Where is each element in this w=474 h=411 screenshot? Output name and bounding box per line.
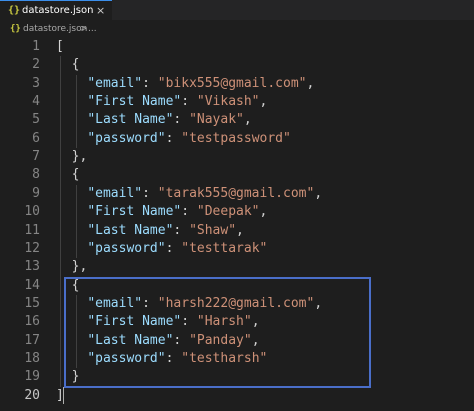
line-number: 10 — [24, 204, 40, 220]
line-number: 18 — [24, 350, 40, 366]
code-line[interactable]: "Last Name": "Shaw", — [56, 222, 244, 240]
tab-datastore-json[interactable]: {} datastore.json × — [0, 0, 112, 20]
close-icon[interactable]: × — [96, 4, 105, 18]
tab-bar: {} datastore.json × — [0, 0, 474, 20]
line-number: 14 — [24, 277, 40, 293]
line-number: 5 — [32, 112, 40, 128]
line-number: 1 — [32, 39, 40, 54]
line-number: 2 — [32, 57, 40, 73]
line-number: 8 — [32, 167, 40, 183]
indent-guide — [75, 74, 77, 149]
code-line[interactable]: [ — [56, 38, 64, 56]
indent-guide — [59, 56, 61, 387]
line-number: 17 — [24, 332, 40, 348]
code-line[interactable]: "password": "testpassword" — [56, 130, 291, 148]
vscode-window: {} datastore.json × {} datastore.json > … — [0, 0, 474, 411]
line-number: 13 — [24, 259, 40, 275]
line-number: 20 — [24, 387, 40, 403]
tab-label: datastore.json — [22, 5, 94, 16]
text-cursor — [62, 386, 64, 404]
code-line[interactable]: "First Name": "Deepak", — [56, 203, 267, 221]
line-number: 12 — [24, 240, 40, 256]
breadcrumb: {} datastore.json > ... — [0, 20, 474, 38]
highlight-box — [64, 277, 371, 388]
line-number: 9 — [32, 185, 40, 201]
code-line[interactable]: "First Name": "Vikash", — [56, 93, 267, 111]
code-line[interactable]: "password": "testtarak" — [56, 240, 267, 258]
json-braces-icon: {} — [10, 24, 21, 34]
line-number-gutter: 1 2 3 4 5 6 7 8 9 10 11 12 13 14 15 16 17 18 19 20 — [0, 38, 48, 411]
breadcrumb-file[interactable]: datastore.json — [23, 22, 87, 36]
line-number: 7 — [32, 149, 40, 165]
code-line[interactable]: "email": "tarak555@gmail.com", — [56, 185, 322, 203]
line-number: 16 — [24, 314, 40, 330]
line-number: 15 — [24, 295, 40, 311]
line-number: 4 — [32, 94, 40, 110]
code-line[interactable]: "Last Name": "Nayak", — [56, 111, 251, 129]
indent-guide — [75, 184, 77, 259]
line-number: 11 — [24, 222, 40, 238]
line-number: 19 — [24, 369, 40, 385]
line-number: 3 — [32, 75, 40, 91]
chevron-right-icon: > — [80, 24, 88, 34]
json-braces-icon: {} — [8, 5, 21, 16]
breadcrumb-more[interactable]: ... — [88, 22, 97, 36]
code-line[interactable]: "email": "bikx555@gmail.com", — [56, 75, 314, 93]
line-number: 6 — [32, 130, 40, 146]
